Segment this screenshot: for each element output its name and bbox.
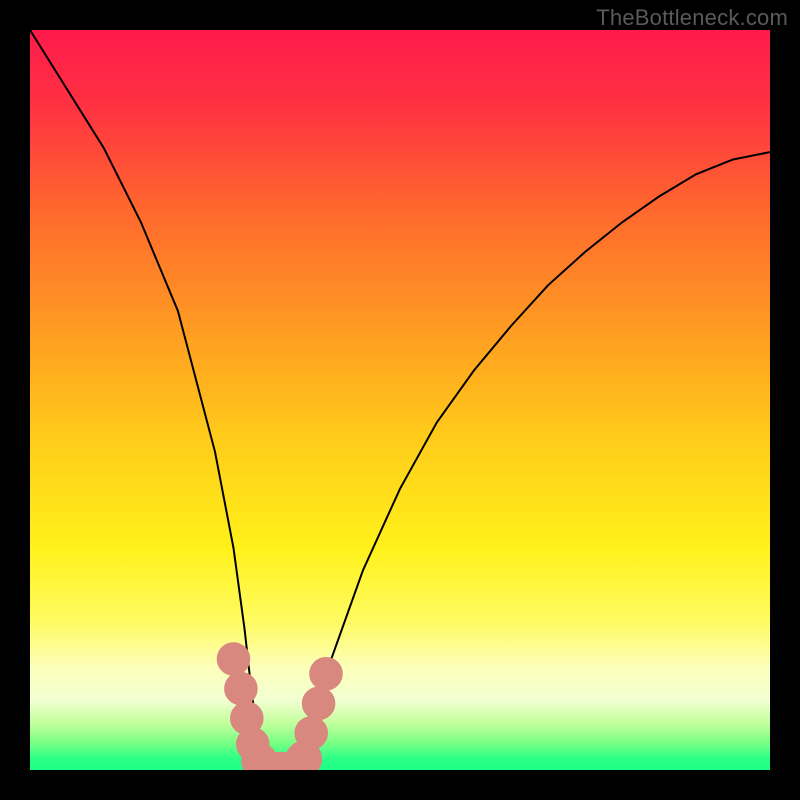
gradient-bg (30, 30, 770, 770)
curve-marker (217, 643, 250, 676)
plot-area (30, 30, 770, 770)
curve-marker (302, 687, 335, 720)
watermark-text: TheBottleneck.com (596, 5, 788, 31)
curve-marker (310, 658, 343, 691)
curve-marker (225, 672, 258, 705)
outer-frame: TheBottleneck.com (0, 0, 800, 800)
chart-svg (30, 30, 770, 770)
curve-marker (295, 717, 328, 750)
